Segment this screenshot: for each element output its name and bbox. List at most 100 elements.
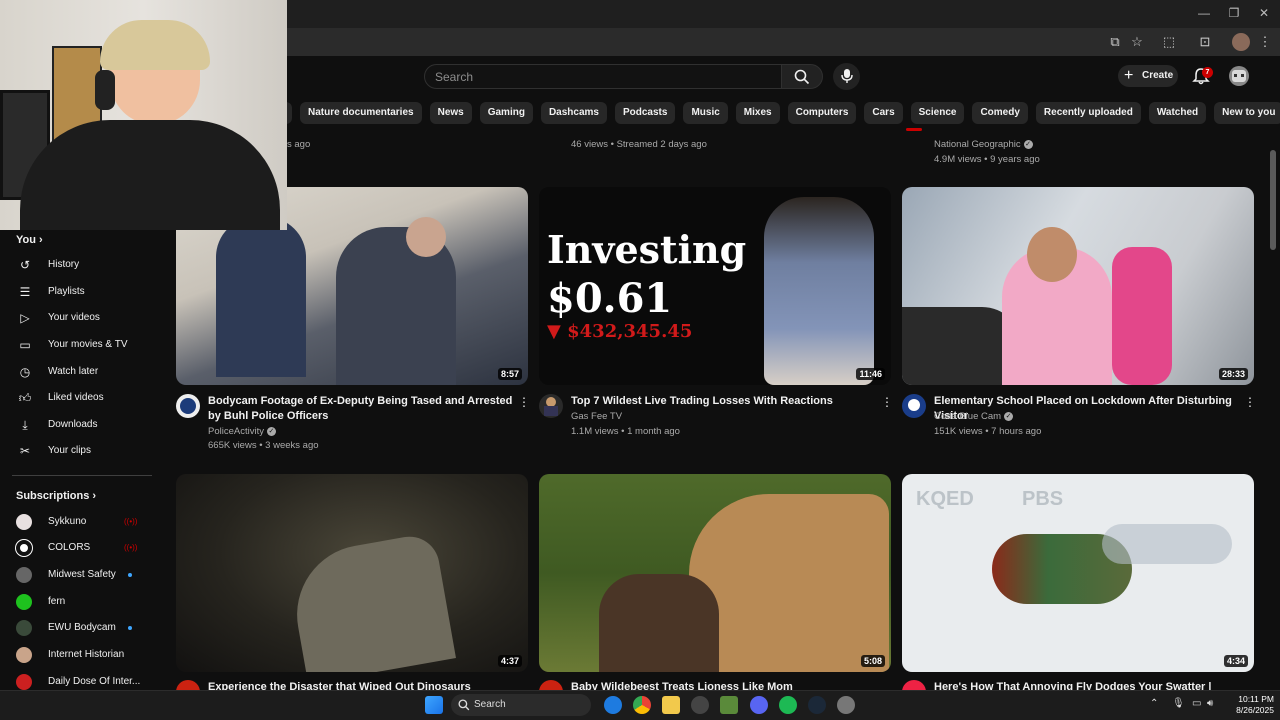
video-title[interactable]: Top 7 Wildest Live Trading Losses With R… <box>571 394 876 409</box>
extensions-icon[interactable]: ⬚ <box>1160 33 1178 51</box>
install-app-icon[interactable]: ⧉ <box>1106 33 1124 51</box>
search-input[interactable] <box>435 69 765 85</box>
windows-start-icon[interactable] <box>425 696 443 714</box>
chip-news[interactable]: News <box>429 102 472 124</box>
search-button[interactable] <box>781 64 823 89</box>
sidebar-item-your-videos[interactable]: ▷ Your videos <box>0 306 160 332</box>
channel-name[interactable]: PoliceActivity ✓ <box>208 426 276 437</box>
bookmark-star-icon[interactable]: ☆ <box>1128 33 1146 51</box>
sidebar-item-playlists[interactable]: ☰ Playlists <box>0 280 160 306</box>
sidebar-item-label: Downloads <box>48 419 98 430</box>
taskbar-search-label: Search <box>474 699 506 710</box>
plus-icon: + <box>1124 67 1134 84</box>
avatar <box>16 620 32 636</box>
chip-recently-uploaded[interactable]: Recently uploaded <box>1035 102 1141 124</box>
sidebar-item-label: Daily Dose Of Inter... <box>48 676 141 687</box>
voice-search-button[interactable] <box>833 63 860 90</box>
taskbar-search[interactable]: Search <box>451 694 591 716</box>
video-title[interactable]: Experience the Disaster that Wiped Out D… <box>208 680 513 690</box>
sidebar-sub-fern[interactable]: fern <box>0 590 160 616</box>
chevron-right-icon: › <box>92 490 97 502</box>
avatar <box>16 540 32 556</box>
sidebar-item-downloads[interactable]: ⤓ Downloads <box>0 413 160 439</box>
chip-gaming[interactable]: Gaming <box>479 102 533 124</box>
split-view-icon[interactable]: ⊡ <box>1196 33 1214 51</box>
chip-comedy[interactable]: Comedy <box>972 102 1028 124</box>
thumbnail-figure <box>599 574 719 672</box>
thumbnail-figure <box>1027 227 1077 282</box>
video-meta: 665K views • 3 weeks ago <box>208 440 319 451</box>
chip-new-to-you[interactable]: New to you <box>1214 102 1280 124</box>
webcam-overlay <box>0 0 287 230</box>
edge-icon[interactable] <box>604 696 622 714</box>
chip-music[interactable]: Music <box>683 102 728 124</box>
video-options-icon[interactable]: ⋮ <box>1244 395 1256 409</box>
channel-avatar[interactable] <box>176 394 200 418</box>
channel-name[interactable]: Gas Fee TV <box>571 411 622 422</box>
video-duration: 28:33 <box>1218 368 1248 380</box>
thumbnail-figure <box>406 217 446 257</box>
profile-avatar[interactable] <box>1232 33 1250 51</box>
video-thumbnail[interactable]: 5:08 <box>539 474 891 672</box>
maximize-icon[interactable]: ❐ <box>1226 6 1242 20</box>
discord-icon[interactable] <box>750 696 768 714</box>
new-content-dot <box>128 573 132 577</box>
menu-more-icon[interactable]: ⋮ <box>1256 33 1274 51</box>
channel-avatar[interactable] <box>539 394 563 418</box>
video-thumbnail[interactable]: Investing $0.61 ▼ $432,345.45 11:46 <box>539 187 891 385</box>
video-thumbnail[interactable]: KQED PBS 4:34 <box>902 474 1254 672</box>
chip-cars[interactable]: Cars <box>864 102 903 124</box>
scissors-icon: ✂ <box>19 444 31 458</box>
video-duration: 5:08 <box>860 655 885 667</box>
page-scrollbar[interactable] <box>1270 150 1276 250</box>
video-title[interactable]: Baby Wildebeest Treats Lioness Like Mom <box>571 680 876 690</box>
sidebar-item-your-clips[interactable]: ✂ Your clips <box>0 439 160 465</box>
sidebar-item-movies[interactable]: ▭ Your movies & TV <box>0 333 160 359</box>
new-content-dot <box>128 626 132 630</box>
sidebar-sub-ewu-bodycam[interactable]: EWU Bodycam <box>0 616 160 642</box>
video-options-icon[interactable]: ⋮ <box>518 395 530 409</box>
sidebar-item-history[interactable]: ↺ History <box>0 253 160 279</box>
settings-gear-icon[interactable] <box>837 696 855 714</box>
chip-watched[interactable]: Watched <box>1148 102 1207 124</box>
minimize-icon[interactable]: — <box>1196 6 1212 20</box>
spotify-icon[interactable] <box>779 696 797 714</box>
channel-name[interactable]: National Geographic ✓ <box>934 139 1033 150</box>
video-options-icon[interactable]: ⋮ <box>881 395 893 409</box>
sidebar-divider <box>12 475 152 476</box>
network-icon[interactable]: ▭ <box>1192 698 1201 709</box>
sidebar-item-watch-later[interactable]: ◷ Watch later <box>0 360 160 386</box>
video-duration: 4:37 <box>497 655 522 667</box>
video-title[interactable]: Here's How That Annoying Fly Dodges Your… <box>934 680 1239 690</box>
steam-icon[interactable] <box>808 696 826 714</box>
sidebar-sub-colors[interactable]: COLORS ((•)) <box>0 536 160 562</box>
taskbar-clock[interactable]: 10:11 PM 8/26/2025 <box>1220 694 1274 716</box>
chip-nature-documentaries[interactable]: Nature documentaries <box>300 102 422 124</box>
video-thumbnail[interactable]: 28:33 <box>902 187 1254 385</box>
sidebar-sub-sykkuno[interactable]: Sykkuno ((•)) <box>0 510 160 536</box>
microphone-tray-icon[interactable]: 🎙︎ <box>1172 698 1185 709</box>
volume-icon[interactable]: 🔊︎ <box>1207 698 1213 709</box>
sidebar-subscriptions-heading[interactable]: Subscriptions › <box>16 490 96 502</box>
chrome-icon[interactable] <box>633 696 651 714</box>
file-explorer-icon[interactable] <box>662 696 680 714</box>
channel-name[interactable]: Code Blue Cam ✓ <box>934 411 1014 422</box>
chip-dashcams[interactable]: Dashcams <box>540 102 607 124</box>
channel-avatar[interactable] <box>902 394 926 418</box>
video-title[interactable]: Bodycam Footage of Ex-Deputy Being Tased… <box>208 394 513 424</box>
account-avatar[interactable] <box>1229 66 1249 86</box>
sidebar-item-liked-videos[interactable]: 👍︎ Liked videos <box>0 386 160 412</box>
chip-podcasts[interactable]: Podcasts <box>614 102 676 124</box>
chip-mixes[interactable]: Mixes <box>735 102 780 124</box>
app-icon[interactable] <box>691 696 709 714</box>
sidebar-sub-midwest-safety[interactable]: Midwest Safety <box>0 563 160 589</box>
video-thumbnail[interactable]: 4:37 <box>176 474 528 672</box>
sidebar-you-heading[interactable]: You › <box>16 234 43 246</box>
sidebar-sub-internet-historian[interactable]: Internet Historian <box>0 643 160 669</box>
app-icon[interactable] <box>720 696 738 714</box>
chip-computers[interactable]: Computers <box>787 102 857 124</box>
sidebar-item-label: Internet Historian <box>48 649 125 660</box>
tray-chevron-up-icon[interactable]: ⌃ <box>1150 698 1158 709</box>
close-icon[interactable]: ✕ <box>1256 6 1272 20</box>
chip-science[interactable]: Science <box>910 102 965 124</box>
